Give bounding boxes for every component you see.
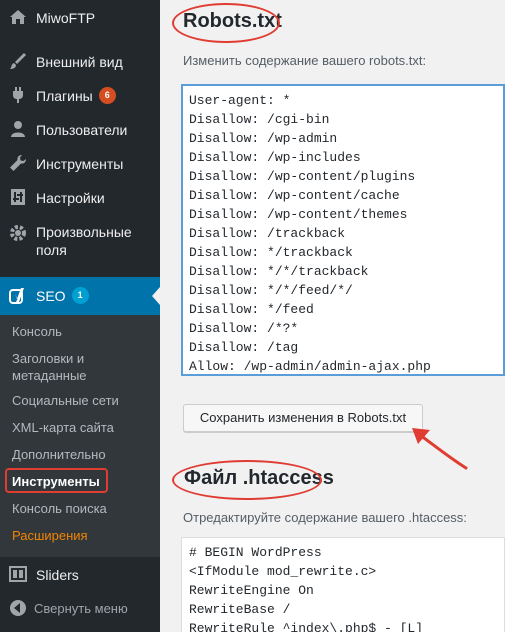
sidebar-item-custom-fields[interactable]: Произвольные поля: [0, 217, 160, 263]
code-line: # BEGIN WordPress: [189, 545, 322, 560]
sidebar-item-label-wrap: Плагины 6: [36, 87, 116, 105]
seo-notification-badge: 1: [71, 287, 89, 304]
code-line: Disallow: /cgi-bin: [189, 112, 330, 127]
sidebar-item-label: Настройки: [36, 190, 105, 206]
sidebar-item-label: Инструменты: [36, 156, 124, 172]
collapse-menu-label: Свернуть меню: [34, 601, 128, 616]
sidebar-item-sliders[interactable]: Sliders: [0, 560, 160, 588]
code-line: Disallow: /wp-content/themes: [189, 207, 408, 222]
sidebar-item-label-wrap: Произвольные поля: [36, 223, 132, 259]
annotation-oval-htaccess: [172, 460, 322, 500]
robots-textarea[interactable]: User-agent: * Disallow: /cgi-bin Disallow:…: [181, 84, 505, 376]
sidebar-item-settings[interactable]: Настройки: [0, 183, 160, 211]
yoast-icon: [9, 288, 24, 304]
submenu-item-search-console[interactable]: Консоль поиска: [12, 500, 107, 517]
htaccess-description: Отредактируйте содержание вашего .htacce…: [183, 510, 467, 525]
code-line: User-agent: *: [189, 93, 291, 108]
admin-sidebar: MiwoFTP Внешний вид Плагины 6 Пользовател…: [0, 0, 160, 632]
sidebar-item-label-line2: поля: [36, 242, 67, 258]
sidebar-item-appearance[interactable]: Внешний вид: [0, 47, 160, 75]
sidebar-item-label: Внешний вид: [36, 54, 123, 70]
code-line: Disallow: /*?*: [189, 321, 299, 336]
gear-icon: [10, 225, 26, 241]
code-line: Disallow: /trackback: [189, 226, 346, 241]
sidebar-item-label: SEO: [36, 288, 66, 304]
code-line: Disallow: /wp-content/cache: [189, 188, 400, 203]
code-line: Disallow: */trackback: [189, 245, 353, 260]
plugin-icon: [13, 87, 23, 103]
users-icon: [11, 121, 25, 137]
htaccess-textarea[interactable]: # BEGIN WordPress <IfModule mod_rewrite.c…: [181, 537, 505, 632]
seo-submenu: Консоль Заголовки и метаданные Социальные…: [0, 315, 160, 557]
current-menu-arrow: [152, 287, 160, 305]
sidebar-item-tools[interactable]: Инструменты: [0, 149, 160, 177]
collapse-menu-button[interactable]: Свернуть меню: [0, 596, 160, 620]
code-line: RewriteRule ^index\.php$ - [L]: [189, 621, 424, 632]
paintbrush-icon: [10, 53, 26, 69]
wrench-icon: [10, 155, 26, 171]
code-line: Disallow: */*/trackback: [189, 264, 369, 279]
sidebar-item-label: Пользователи: [36, 122, 128, 138]
sidebar-item-seo[interactable]: SEO 1: [0, 277, 160, 315]
save-robots-button[interactable]: Сохранить изменения в Robots.txt: [183, 404, 423, 432]
sidebar-item-label: Sliders: [36, 567, 79, 583]
sidebar-item-label: Произвольные: [36, 224, 132, 240]
code-line: Disallow: */feed: [189, 302, 314, 317]
code-line: Disallow: /wp-includes: [189, 150, 361, 165]
annotation-highlight-tools: [5, 468, 108, 493]
submenu-item-extensions[interactable]: Расширения: [12, 527, 88, 544]
site-name-link[interactable]: MiwoFTP: [0, 0, 160, 36]
sidebar-item-users[interactable]: Пользователи: [0, 115, 160, 143]
sidebar-item-label-wrap: SEO 1: [36, 287, 89, 305]
code-line: Disallow: /wp-admin: [189, 131, 338, 146]
sliders-icon: [9, 566, 27, 582]
submenu-item-xml-sitemap[interactable]: XML-карта сайта: [12, 419, 114, 436]
code-line: Allow: /wp-admin/admin-ajax.php: [189, 359, 431, 374]
settings-icon: [11, 189, 25, 205]
sidebar-item-plugins[interactable]: Плагины 6: [0, 81, 160, 109]
submenu-item-label: Заголовки и: [12, 351, 85, 366]
collapse-icon: [10, 600, 26, 616]
submenu-item-dashboard[interactable]: Консоль: [12, 323, 62, 340]
code-line: RewriteEngine On: [189, 583, 314, 598]
code-line: Disallow: */*/feed/*/: [189, 283, 353, 298]
annotation-oval-robots: [172, 3, 280, 43]
update-count-badge: 6: [98, 87, 116, 104]
sidebar-item-label: Плагины: [36, 88, 93, 104]
code-line: RewriteBase /: [189, 602, 291, 617]
code-line: Disallow: /tag: [189, 340, 299, 355]
annotation-arrow-icon: [412, 428, 468, 470]
robots-description: Изменить содержание вашего robots.txt:: [183, 53, 427, 68]
code-line: <IfModule mod_rewrite.c>: [189, 564, 377, 579]
submenu-item-social[interactable]: Социальные сети: [12, 392, 119, 409]
submenu-item-advanced[interactable]: Дополнительно: [12, 446, 106, 463]
code-line: Disallow: /wp-content/plugins: [189, 169, 416, 184]
submenu-item-titles-metas[interactable]: Заголовки и метаданные: [12, 350, 87, 384]
submenu-item-label-line2: метаданные: [12, 368, 87, 383]
site-name: MiwoFTP: [36, 10, 96, 26]
home-icon: [10, 10, 26, 24]
